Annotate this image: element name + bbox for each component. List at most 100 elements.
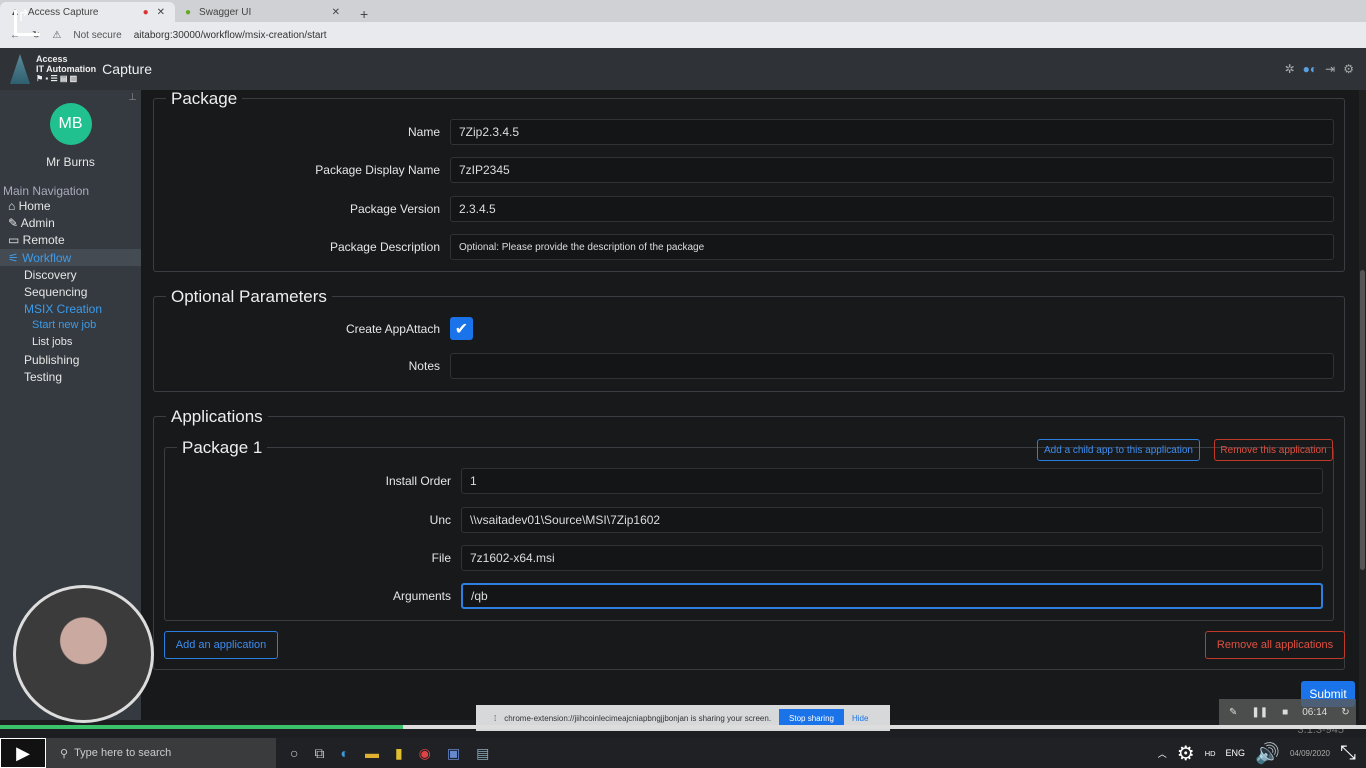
file-explorer-icon[interactable]: ▬ — [365, 745, 379, 762]
tab-swagger-ui[interactable]: ● Swagger UI ✕ — [175, 2, 350, 22]
url-input[interactable]: aitaborg:30000/workflow/msix-creation/st… — [134, 30, 327, 41]
package-fieldset: Package Name 7Zip2.3.4.5 Package Display … — [153, 90, 1345, 272]
close-tab-icon[interactable]: ✕ — [332, 7, 340, 18]
cortana-icon[interactable]: ○ — [290, 745, 298, 762]
brand: Access IT Automation ⚑ ▪ ☰ ▤ ▥ — [36, 54, 96, 84]
gears-icon[interactable]: ⚙ — [1343, 62, 1354, 76]
sidebar-item-admin[interactable]: ✎ Admin — [0, 215, 141, 232]
sidebar-item-remote[interactable]: ▭ Remote — [0, 232, 141, 249]
hide-button[interactable]: Hide — [852, 714, 868, 723]
play-button[interactable]: ▶ — [0, 738, 46, 768]
sidebar-item-list-jobs[interactable]: List jobs — [0, 335, 141, 352]
description-label: Package Description — [329, 240, 440, 254]
create-appattach-label: Create AppAttach — [345, 321, 440, 336]
remove-all-applications-button[interactable]: Remove all applications — [1205, 631, 1345, 659]
install-order-label: Install Order — [385, 474, 451, 488]
exit-fullscreen-icon[interactable]: ⤡ — [1340, 742, 1356, 765]
clock-date: 04/09/2020 — [1289, 748, 1330, 758]
edge-icon[interactable]: ◐ — [340, 745, 348, 762]
chrome-icon[interactable]: ◉ — [419, 745, 431, 762]
share-message: chrome-extension://jiihcoinlecimeajcniap… — [504, 713, 772, 723]
unc-label: Unc — [429, 513, 451, 527]
sidebar-item-publishing[interactable]: Publishing — [0, 352, 141, 369]
taskbar: ▶ ⚲ Type here to search ○ ⧉ ◐ ▬ ▮ ◉ ▣ ▤ ︿ ⚙ HD EN… — [0, 738, 1366, 768]
name-input[interactable]: 7Zip2.3.4.5 — [450, 119, 1334, 145]
app-title: Capture — [102, 61, 152, 77]
package-legend: Package — [166, 90, 243, 109]
recorder-controls: ✎ ❚❚ ■ 06:14 ↻ — [1219, 699, 1356, 726]
video-progress-bar[interactable] — [0, 725, 1366, 729]
label: Home — [18, 199, 51, 213]
close-tab-icon[interactable]: ✕ — [157, 7, 165, 18]
name-label: Name — [407, 125, 440, 139]
install-order-input[interactable]: 1 — [461, 468, 1323, 494]
logo-icon — [10, 54, 30, 84]
remove-application-button[interactable]: Remove this application — [1214, 439, 1333, 461]
new-tab-button[interactable]: + — [350, 6, 378, 22]
create-appattach-checkbox[interactable]: ✔ — [450, 317, 473, 340]
main-content: Package Name 7Zip2.3.4.5 Package Display … — [141, 90, 1359, 720]
add-application-button[interactable]: Add an application — [164, 631, 278, 659]
pen-icon[interactable]: ✎ — [1229, 707, 1237, 718]
optional-legend: Optional Parameters — [166, 287, 332, 307]
sidebar-item-start-new-job[interactable]: Start new job — [0, 318, 141, 335]
pin-icon[interactable]: ⊥ — [128, 92, 137, 103]
volume-icon[interactable]: 🔊 — [1255, 741, 1280, 766]
brand-line1: Access — [36, 54, 68, 64]
avatar: MB — [49, 103, 92, 145]
drag-handle-icon[interactable]: ⁞ — [494, 714, 496, 723]
notes-input[interactable] — [450, 353, 1334, 379]
description-input[interactable]: Optional: Please provide the description… — [450, 234, 1334, 260]
security-label: Not secure — [73, 29, 122, 41]
settings-icon[interactable]: ✲ — [1285, 62, 1295, 76]
sticky-notes-icon[interactable]: ▮ — [395, 745, 403, 762]
unc-input[interactable]: \\vsaitadev01\Source\MSI\7Zip1602 — [461, 507, 1323, 533]
label: Remote — [22, 233, 65, 247]
version-input[interactable]: 2.3.4.5 — [450, 196, 1334, 222]
webcam-overlay — [13, 585, 154, 723]
video-settings-icon[interactable]: ⚙ — [1177, 741, 1195, 766]
display-name-input[interactable]: 7zIP2345 — [450, 157, 1334, 183]
task-view-icon[interactable]: ⧉ — [314, 745, 324, 762]
tray-chevron-icon[interactable]: ︿ — [1158, 747, 1167, 760]
recording-icon: ● — [142, 6, 149, 18]
taskbar-search[interactable]: ⚲ Type here to search — [46, 738, 276, 768]
arguments-label: Arguments — [392, 589, 451, 603]
sidebar-item-home[interactable]: ⌂ Home — [0, 198, 141, 215]
add-child-app-button[interactable]: Add a child app to this application — [1037, 439, 1200, 461]
warning-icon: ⚠ — [52, 29, 62, 41]
app-icon[interactable]: ▣ — [447, 745, 460, 762]
optional-parameters-fieldset: Optional Parameters Create AppAttach ✔ No… — [153, 287, 1345, 392]
sidebar-item-testing[interactable]: Testing — [0, 369, 141, 386]
nav-heading: Main Navigation — [3, 184, 90, 198]
recorder-time: 06:14 — [1302, 707, 1328, 718]
version-label: Package Version — [349, 202, 440, 216]
language-indicator[interactable]: ENG — [1226, 748, 1246, 758]
user-name: Mr Burns — [46, 155, 95, 169]
package-1-legend: Package 1 — [177, 438, 268, 458]
sidebar-item-workflow[interactable]: ⚟ Workflow — [0, 250, 141, 267]
address-bar: ← ↻ ⚠ Not secure aitaborg:30000/workflow… — [0, 22, 1366, 48]
sidebar-item-sequencing[interactable]: Sequencing — [0, 284, 141, 301]
package-1-fieldset: Package 1 Add a child app to this applic… — [164, 438, 1334, 621]
app-header: Access IT Automation ⚑ ▪ ☰ ▤ ▥ Capture ✲ ●◐… — [0, 48, 1366, 90]
search-icon: ⚲ — [60, 747, 69, 760]
app-icon-2[interactable]: ▤ — [476, 745, 489, 762]
stop-icon[interactable]: ■ — [1282, 707, 1288, 718]
share-overlay-icon[interactable]: ↱ — [14, 9, 40, 36]
label: Admin — [20, 216, 55, 230]
browser-tab-bar: ▲ Access Capture ● ✕ ● Swagger UI ✕ + — [0, 0, 1366, 22]
pause-icon[interactable]: ❚❚ — [1251, 707, 1268, 718]
page-scrollbar[interactable] — [1359, 90, 1366, 720]
theme-toggle[interactable]: ●◐ — [1303, 62, 1318, 76]
file-label: File — [431, 551, 451, 565]
sidebar-item-msix-creation[interactable]: MSIX Creation — [0, 301, 141, 318]
display-name-label: Package Display Name — [315, 163, 440, 177]
restart-icon[interactable]: ↻ — [1341, 707, 1349, 718]
file-input[interactable]: 7z1602-x64.msi — [461, 545, 1323, 571]
sidebar-item-discovery[interactable]: Discovery — [0, 267, 141, 284]
applications-fieldset: Applications Package 1 Add a child app t… — [153, 407, 1345, 670]
quality-badge: HD — [1204, 748, 1216, 758]
arguments-input[interactable]: /qb — [461, 583, 1323, 609]
logout-icon[interactable]: ⇥ — [1325, 62, 1335, 76]
